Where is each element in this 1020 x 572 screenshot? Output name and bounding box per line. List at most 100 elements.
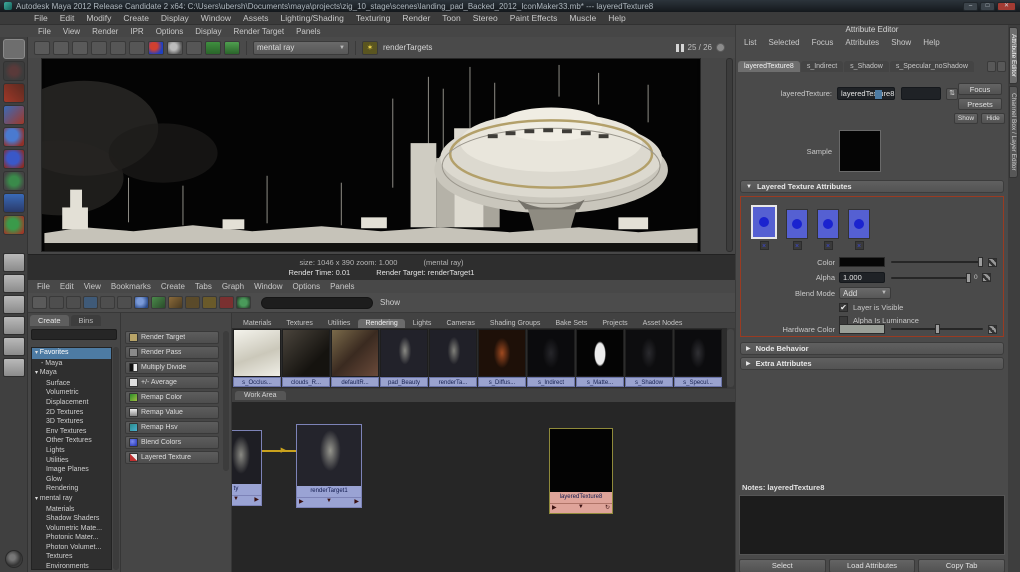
- create-node-button[interactable]: Remap Color: [125, 391, 219, 404]
- create-node-button[interactable]: Render Pass: [125, 346, 219, 359]
- hypershade-tab[interactable]: Projects: [595, 319, 634, 328]
- render-view-scrollbar[interactable]: [726, 58, 733, 252]
- main-menu-item[interactable]: Toon: [436, 13, 466, 23]
- create-node-button[interactable]: Render Target: [125, 331, 219, 344]
- layout-custom-button[interactable]: [3, 358, 25, 377]
- swatch-size-large-icon[interactable]: [83, 296, 98, 309]
- node-swatch[interactable]: s_Diffus...: [478, 329, 526, 387]
- create-node-button[interactable]: Layered Texture: [125, 451, 219, 464]
- attribute-editor-menu-item[interactable]: Focus: [806, 38, 840, 47]
- layer-swatch[interactable]: [848, 209, 870, 239]
- attribute-editor-menu-item[interactable]: Attributes: [839, 38, 885, 47]
- render-view-menu-item[interactable]: Render: [86, 27, 124, 36]
- create-node-button[interactable]: +/- Average: [125, 376, 219, 389]
- texture-layer-4[interactable]: ×: [848, 209, 870, 250]
- rotate-tool[interactable]: [3, 127, 25, 147]
- attribute-editor-menu-item[interactable]: Selected: [762, 38, 805, 47]
- hypershade-search-input[interactable]: [261, 297, 373, 309]
- work-area-tab[interactable]: Work Area: [235, 391, 286, 400]
- move-tool[interactable]: [3, 105, 25, 125]
- hypershade-tab[interactable]: Textures: [279, 319, 319, 328]
- hypershade-menu-item[interactable]: Bookmarks: [106, 282, 156, 291]
- attribute-editor-bottom-button[interactable]: Copy Tab: [918, 559, 1005, 572]
- swatch-scrollbar[interactable]: [727, 329, 734, 387]
- node-swatch[interactable]: s_Matte...: [576, 329, 624, 387]
- ipr-render-icon[interactable]: [72, 41, 88, 55]
- hardware-color-swatch[interactable]: [839, 324, 885, 334]
- thumbnail-grid-large-icon[interactable]: [117, 296, 132, 309]
- attribute-editor-menu-item[interactable]: Help: [917, 38, 945, 47]
- node-swatch[interactable]: pad_Beauty: [380, 329, 428, 387]
- record-dot-icon[interactable]: [716, 43, 725, 52]
- create-filter-field[interactable]: [31, 329, 117, 340]
- main-menu-item[interactable]: Lighting/Shading: [275, 13, 350, 23]
- node-input-arrow-icon[interactable]: ▶: [299, 498, 304, 507]
- show-connections-icon[interactable]: [236, 296, 251, 309]
- pause-icon[interactable]: [676, 44, 684, 52]
- render-icon[interactable]: [34, 41, 50, 55]
- refresh-icon[interactable]: [110, 41, 126, 55]
- attribute-editor-bottom-button[interactable]: Select: [739, 559, 826, 572]
- soft-modification-tool[interactable]: [3, 193, 25, 213]
- render-view-menu-item[interactable]: File: [32, 27, 57, 36]
- main-menu-item[interactable]: Texturing: [350, 13, 397, 23]
- main-menu-item[interactable]: Create: [117, 13, 155, 23]
- redo-render-icon[interactable]: [53, 41, 69, 55]
- color-slider[interactable]: [891, 261, 983, 263]
- layer-delete-icon[interactable]: ×: [793, 241, 802, 250]
- attribute-editor-bottom-button[interactable]: Load Attributes: [829, 559, 916, 572]
- extra-attributes-section[interactable]: ▶ Extra Attributes: [740, 357, 1004, 370]
- layered-texture-attributes-section[interactable]: ▼ Layered Texture Attributes: [740, 180, 1004, 193]
- rearrange-graph-icon[interactable]: [219, 296, 234, 309]
- main-menu-item[interactable]: Render: [396, 13, 436, 23]
- category-item[interactable]: Volumetric Mate...: [32, 524, 111, 534]
- create-bins-tab[interactable]: Create: [30, 315, 69, 326]
- category-item[interactable]: Textures: [32, 552, 111, 562]
- ipr-refresh-icon[interactable]: [224, 41, 240, 55]
- sidebar-vertical-tab[interactable]: Channel Box / Layer Editor: [1009, 86, 1018, 178]
- layer-swatch[interactable]: [817, 209, 839, 239]
- layer-delete-icon[interactable]: ×: [760, 241, 769, 250]
- alpha-display-icon[interactable]: [167, 41, 183, 55]
- create-node-button[interactable]: Remap Value: [125, 406, 219, 419]
- graph-input-icon[interactable]: [151, 296, 166, 309]
- category-item[interactable]: Other Textures: [32, 436, 111, 446]
- texture-layer-3[interactable]: ×: [817, 209, 839, 250]
- attribute-editor-menu-item[interactable]: List: [738, 38, 762, 47]
- node-swatch[interactable]: s_Specul...: [674, 329, 722, 387]
- layout-hypershade-persp-button[interactable]: [3, 316, 25, 335]
- layout-four-pane-button[interactable]: [3, 274, 25, 293]
- main-menu-item[interactable]: Stereo: [467, 13, 504, 23]
- sidebar-vertical-tab[interactable]: Attribute Editor: [1009, 27, 1018, 84]
- node-swatch[interactable]: s_Shadow: [625, 329, 673, 387]
- tab-scroll-right-button[interactable]: [997, 61, 1006, 72]
- category-item[interactable]: 2D Textures: [32, 408, 111, 418]
- hypershade-menu-item[interactable]: Tabs: [190, 282, 217, 291]
- scale-tool[interactable]: [3, 149, 25, 169]
- renderer-dropdown[interactable]: mental ray ▼: [253, 41, 349, 55]
- hypershade-menu-item[interactable]: Create: [156, 282, 190, 291]
- category-item[interactable]: Photonic Mater...: [32, 533, 111, 543]
- maximize-button[interactable]: □: [980, 2, 995, 11]
- node-output-arrow-icon[interactable]: ▶: [254, 496, 259, 505]
- create-material-icon[interactable]: [134, 296, 149, 309]
- attribute-editor-tab[interactable]: layeredTexture8: [738, 61, 800, 72]
- create-bins-tab[interactable]: Bins: [71, 315, 102, 326]
- node-swatch[interactable]: renderTa...: [429, 329, 477, 387]
- hypershade-menu-item[interactable]: Graph: [217, 282, 249, 291]
- category-item[interactable]: Lights: [32, 446, 111, 456]
- node-swatch[interactable]: defaultR...: [331, 329, 379, 387]
- hardware-color-map-button[interactable]: [988, 325, 997, 334]
- main-menu-item[interactable]: Paint Effects: [504, 13, 564, 23]
- layer-visible-checkbox[interactable]: ✔: [839, 303, 848, 312]
- render-view-menu-item[interactable]: Panels: [290, 27, 326, 36]
- create-node-button[interactable]: Multiply Divide: [125, 361, 219, 374]
- category-item[interactable]: Materials: [32, 505, 111, 515]
- node-swatch[interactable]: clouds_R...: [282, 329, 330, 387]
- clear-graph-icon[interactable]: [202, 296, 217, 309]
- alpha-field[interactable]: 1.000: [839, 272, 885, 283]
- node-name-field[interactable]: layeredTexture8: [837, 87, 895, 100]
- snapshot-icon[interactable]: [129, 41, 145, 55]
- hide-button[interactable]: Hide: [981, 113, 1005, 124]
- focus-button[interactable]: Focus: [958, 83, 1002, 95]
